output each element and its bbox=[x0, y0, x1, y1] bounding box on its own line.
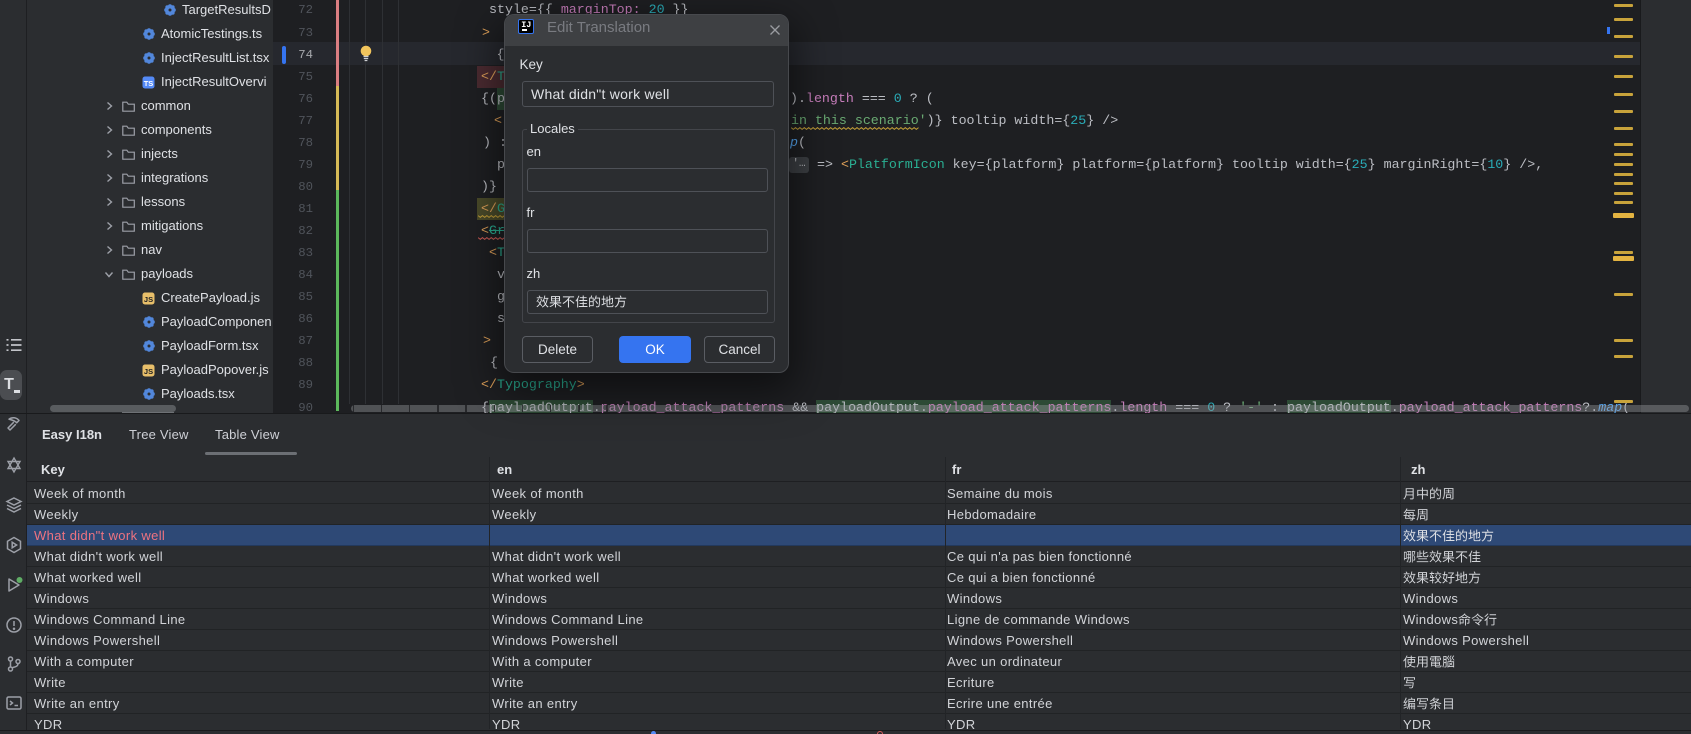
svg-text:JS: JS bbox=[144, 366, 153, 375]
svg-text:TS: TS bbox=[144, 78, 154, 87]
svg-text:JS: JS bbox=[144, 294, 153, 303]
